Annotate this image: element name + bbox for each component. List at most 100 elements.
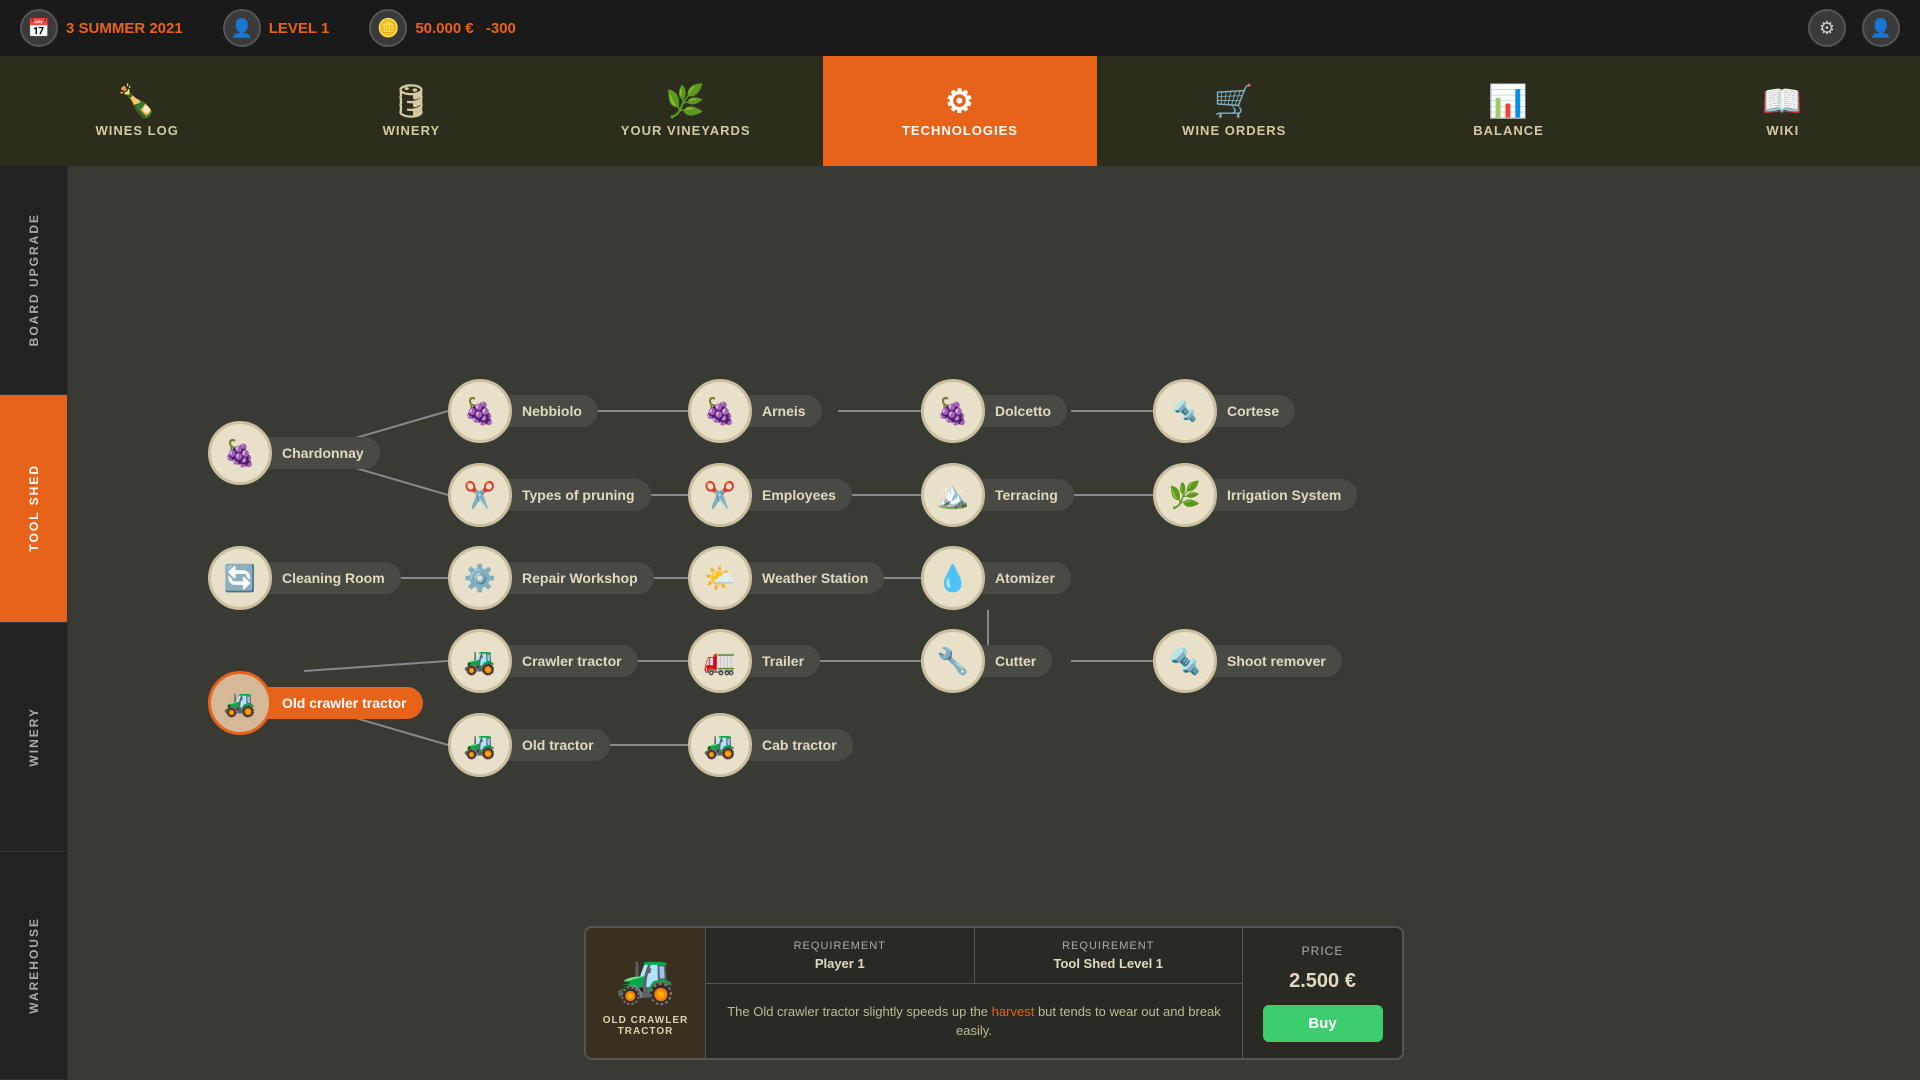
nebbiolo-label: Nebbiolo	[502, 395, 598, 427]
info-panel-middle: Requirement Player 1 Requirement Tool Sh…	[706, 928, 1242, 1058]
tab-wines-log[interactable]: 🍾 WINES LOG	[0, 56, 274, 166]
node-chardonnay[interactable]: 🍇 Chardonnay	[208, 421, 380, 485]
cortese-label: Cortese	[1207, 395, 1295, 427]
node-weather-station[interactable]: 🌤️ Weather Station	[688, 546, 884, 610]
wiki-label: WIKI	[1766, 123, 1799, 138]
tab-winery[interactable]: 🛢 WINERY	[274, 56, 548, 166]
node-employees[interactable]: ✂️ Employees	[688, 463, 852, 527]
crawler-tractor-icon: 🚜	[448, 629, 512, 693]
profile-menu-icon[interactable]: 👤	[1862, 9, 1900, 47]
node-cab-tractor[interactable]: 🚜 Cab tractor	[688, 713, 853, 777]
req-col-1: Requirement Player 1	[706, 928, 975, 983]
tab-vineyards[interactable]: 🌿 YOUR VINEYARDS	[549, 56, 823, 166]
arneis-icon: 🍇	[688, 379, 752, 443]
technologies-icon: ⚙	[945, 85, 975, 117]
balance-info: 🪙 50.000 € -300	[369, 9, 516, 47]
price-title: Price	[1302, 944, 1344, 958]
tool-shed-label: TOOL SHED	[27, 464, 41, 552]
node-cutter[interactable]: 🔧 Cutter	[921, 629, 1052, 693]
req1-value: Player 1	[726, 956, 954, 971]
node-arneis[interactable]: 🍇 Arneis	[688, 379, 822, 443]
crawler-tractor-label: Crawler tractor	[502, 645, 638, 677]
calendar-icon: 📅	[20, 9, 58, 47]
player-icon: 👤	[223, 9, 261, 47]
vineyards-label: YOUR VINEYARDS	[621, 123, 751, 138]
wines-log-icon: 🍾	[117, 85, 158, 117]
dolcetto-label: Dolcetto	[975, 395, 1067, 427]
node-types-of-pruning[interactable]: ✂️ Types of pruning	[448, 463, 651, 527]
chardonnay-icon: 🍇	[208, 421, 272, 485]
cab-tractor-icon: 🚜	[688, 713, 752, 777]
level-info: 👤 LEVEL 1	[223, 9, 330, 47]
buy-button[interactable]: Buy	[1263, 1005, 1383, 1042]
cortese-icon: 🔩	[1153, 379, 1217, 443]
info-panel: 🚜 OLD CRAWLER TRACTOR Requirement Player…	[584, 926, 1404, 1060]
req1-title: Requirement	[726, 940, 954, 952]
node-old-crawler-tractor[interactable]: 🚜 Old crawler tractor	[208, 671, 423, 735]
warehouse-label: WAREHOUSE	[27, 917, 41, 1014]
tab-balance[interactable]: 📊 BALANCE	[1371, 56, 1645, 166]
req-col-2: Requirement Tool Shed Level 1	[975, 928, 1243, 983]
node-atomizer[interactable]: 💧 Atomizer	[921, 546, 1071, 610]
sidebar-item-warehouse[interactable]: WAREHOUSE	[0, 852, 67, 1080]
node-shoot-remover[interactable]: 🔩 Shoot remover	[1153, 629, 1342, 693]
cleaning-room-label: Cleaning Room	[262, 562, 401, 594]
wiki-icon: 📖	[1762, 85, 1803, 117]
chardonnay-label: Chardonnay	[262, 437, 380, 469]
coin-icon: 🪙	[369, 9, 407, 47]
tab-technologies[interactable]: ⚙ TECHNOLOGIES	[823, 56, 1097, 166]
atomizer-icon: 💧	[921, 546, 985, 610]
sidebar-item-board-upgrade[interactable]: BOARD UPGRADE	[0, 166, 67, 395]
item-large-icon: 🚜	[616, 950, 676, 1007]
trailer-icon: 🚛	[688, 629, 752, 693]
tech-tree-area: 🍇 Chardonnay 🍇 Nebbiolo 🍇 Arneis 🍇 Dolce…	[68, 166, 1920, 1080]
weather-station-icon: 🌤️	[688, 546, 752, 610]
weather-station-label: Weather Station	[742, 562, 884, 594]
sidebar-item-tool-shed[interactable]: TOOL SHED	[0, 395, 67, 624]
node-repair-workshop[interactable]: ⚙️ Repair Workshop	[448, 546, 654, 610]
old-crawler-tractor-icon: 🚜	[208, 671, 272, 735]
season-info: 📅 3 SUMMER 2021	[20, 9, 183, 47]
atomizer-label: Atomizer	[975, 562, 1071, 594]
nebbiolo-icon: 🍇	[448, 379, 512, 443]
node-dolcetto[interactable]: 🍇 Dolcetto	[921, 379, 1067, 443]
req2-title: Requirement	[995, 940, 1223, 952]
vineyards-icon: 🌿	[665, 85, 706, 117]
repair-workshop-icon: ⚙️	[448, 546, 512, 610]
old-crawler-tractor-label: Old crawler tractor	[262, 687, 423, 719]
left-sidebar: BOARD UPGRADE TOOL SHED WINERY WAREHOUSE	[0, 166, 68, 1080]
irrigation-icon: 🌿	[1153, 463, 1217, 527]
balance-label: 50.000 € -300	[415, 20, 516, 37]
pruning-icon: ✂️	[448, 463, 512, 527]
sidebar-item-winery[interactable]: WINERY	[0, 623, 67, 852]
wines-log-label: WINES LOG	[95, 123, 178, 138]
season-label: 3 SUMMER 2021	[66, 20, 183, 37]
terracing-icon: 🏔️	[921, 463, 985, 527]
node-cleaning-room[interactable]: 🔄 Cleaning Room	[208, 546, 401, 610]
pruning-label: Types of pruning	[502, 479, 651, 511]
node-irrigation[interactable]: 🌿 Irrigation System	[1153, 463, 1357, 527]
node-trailer[interactable]: 🚛 Trailer	[688, 629, 820, 693]
node-old-tractor[interactable]: 🚜 Old tractor	[448, 713, 610, 777]
old-tractor-icon: 🚜	[448, 713, 512, 777]
node-terracing[interactable]: 🏔️ Terracing	[921, 463, 1074, 527]
info-panel-image: 🚜 OLD CRAWLER TRACTOR	[586, 928, 706, 1058]
cleaning-room-icon: 🔄	[208, 546, 272, 610]
employees-icon: ✂️	[688, 463, 752, 527]
node-crawler-tractor[interactable]: 🚜 Crawler tractor	[448, 629, 638, 693]
settings-icon[interactable]: ⚙	[1808, 9, 1846, 47]
arneis-label: Arneis	[742, 395, 822, 427]
item-name: OLD CRAWLER TRACTOR	[602, 1015, 689, 1037]
node-cortese[interactable]: 🔩 Cortese	[1153, 379, 1295, 443]
node-nebbiolo[interactable]: 🍇 Nebbiolo	[448, 379, 598, 443]
nav-tabs: 🍾 WINES LOG 🛢 WINERY 🌿 YOUR VINEYARDS ⚙ …	[0, 56, 1920, 166]
cab-tractor-label: Cab tractor	[742, 729, 853, 761]
technologies-label: TECHNOLOGIES	[902, 123, 1018, 138]
shoot-remover-label: Shoot remover	[1207, 645, 1342, 677]
winery-sidebar-label: WINERY	[27, 707, 41, 767]
tab-wine-orders[interactable]: 🛒 WINE ORDERS	[1097, 56, 1371, 166]
balance-label: BALANCE	[1473, 123, 1544, 138]
winery-icon: 🛢	[391, 85, 433, 117]
tab-wiki[interactable]: 📖 WIKI	[1646, 56, 1920, 166]
old-tractor-label: Old tractor	[502, 729, 610, 761]
